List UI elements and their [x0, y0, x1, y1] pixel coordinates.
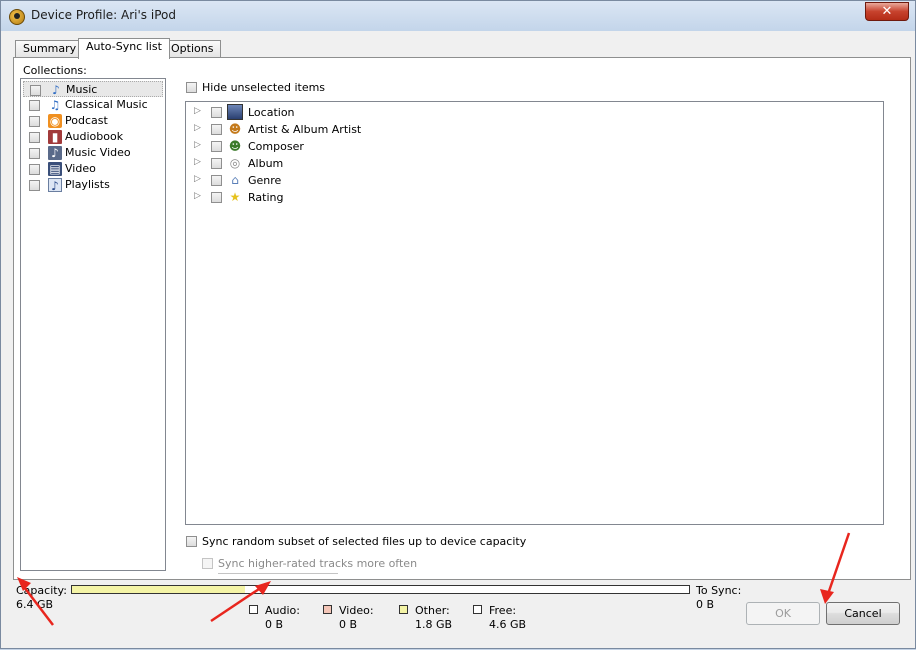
tree-item-location[interactable]: ▷ Location [186, 104, 486, 121]
sync-random-label: Sync random subset of selected files up … [202, 535, 527, 548]
collection-item-video[interactable]: ▤ Video [23, 161, 163, 177]
tab-summary[interactable]: Summary [15, 40, 85, 58]
collection-label: Audiobook [65, 130, 124, 143]
expand-arrow-icon[interactable]: ▷ [194, 174, 201, 184]
to-sync-value: 0 B [696, 598, 715, 611]
sync-higher-rated-label: Sync higher-rated tracks more often [218, 557, 418, 570]
checkbox[interactable] [211, 175, 222, 186]
audiobook-icon: ▮ [48, 130, 62, 144]
genre-icon: ⌂ [231, 173, 239, 187]
hide-unselected-label: Hide unselected items [202, 81, 326, 94]
tree-item-label: Rating [248, 191, 284, 204]
checkbox[interactable] [29, 116, 40, 127]
podcast-icon: ◉ [48, 114, 62, 128]
checkbox[interactable] [29, 180, 40, 191]
music-note-icon: ♪ [52, 83, 60, 97]
checkbox[interactable] [29, 132, 40, 143]
legend-value: 0 B [339, 618, 358, 631]
close-button[interactable]: ✕ [865, 2, 909, 21]
tree-item-composer[interactable]: ▷ ☻ Composer [186, 138, 486, 155]
tree-item-album[interactable]: ▷ ◎ Album [186, 155, 486, 172]
legend-value: 4.6 GB [489, 618, 527, 631]
title-bar[interactable]: Device Profile: Ari's iPod ✕ [1, 1, 915, 31]
tab-auto-sync-list[interactable]: Auto-Sync list [78, 38, 170, 59]
tree-item-artist[interactable]: ▷ ☻ Artist & Album Artist [186, 121, 486, 138]
location-icon [227, 104, 243, 120]
checkbox[interactable] [30, 85, 41, 96]
auto-sync-panel: Collections: ♪ Music ♫ Classical Music ◉… [13, 57, 911, 580]
legend-swatch [473, 605, 482, 614]
legend-value: 1.8 GB [415, 618, 453, 631]
collection-label: Playlists [65, 178, 110, 191]
checkbox[interactable] [29, 148, 40, 159]
checkbox[interactable] [211, 107, 222, 118]
checkbox[interactable] [29, 100, 40, 111]
filter-tree[interactable]: ▷ Location ▷ ☻ Artist & Album Artist ▷ ☻… [185, 101, 884, 525]
collection-item-classical-music[interactable]: ♫ Classical Music [23, 97, 163, 113]
legend-name: Other: [415, 604, 450, 617]
window-title: Device Profile: Ari's iPod [31, 8, 176, 22]
tree-item-rating[interactable]: ▷ ★ Rating [186, 189, 486, 206]
expand-arrow-icon[interactable]: ▷ [194, 191, 201, 201]
capacity-bar-other-fill [72, 586, 245, 593]
expand-arrow-icon[interactable]: ▷ [194, 123, 201, 133]
music-notes-icon: ♫ [49, 98, 61, 112]
divider [218, 573, 338, 574]
legend-value: 0 B [265, 618, 284, 631]
legend-swatch [323, 605, 332, 614]
tree-item-label: Location [248, 106, 295, 119]
checkbox[interactable] [211, 124, 222, 135]
sync-higher-rated-checkbox[interactable] [202, 558, 213, 569]
to-sync-label: To Sync: [696, 584, 742, 597]
tree-item-label: Genre [248, 174, 282, 187]
collection-label: Music Video [65, 146, 131, 159]
hide-unselected-checkbox[interactable] [186, 82, 197, 93]
playlist-icon: ♪ [48, 178, 62, 193]
capacity-value: 6.4 GB [16, 598, 54, 611]
album-icon: ◎ [229, 156, 241, 170]
tab-options[interactable]: Options [163, 40, 222, 58]
collection-label: Podcast [65, 114, 108, 127]
expand-arrow-icon[interactable]: ▷ [194, 106, 201, 116]
sync-random-checkbox[interactable] [186, 536, 197, 547]
expand-arrow-icon[interactable]: ▷ [194, 157, 201, 167]
collection-item-podcast[interactable]: ◉ Podcast [23, 113, 163, 129]
checkbox[interactable] [29, 164, 40, 175]
app-icon [9, 9, 25, 25]
capacity-label: Capacity: [16, 584, 67, 597]
tree-item-label: Album [248, 157, 284, 170]
collection-label: Video [65, 162, 96, 175]
tree-item-label: Artist & Album Artist [248, 123, 362, 136]
legend-name: Audio: [265, 604, 300, 617]
ok-button[interactable]: OK [746, 602, 820, 625]
device-profile-dialog: Device Profile: Ari's iPod ✕ Summary Aut… [0, 0, 916, 649]
collection-item-music-video[interactable]: ♪ Music Video [23, 145, 163, 161]
legend-swatch [249, 605, 258, 614]
tree-item-genre[interactable]: ▷ ⌂ Genre [186, 172, 486, 189]
expand-arrow-icon[interactable]: ▷ [194, 140, 201, 150]
collection-item-audiobook[interactable]: ▮ Audiobook [23, 129, 163, 145]
collection-label: Music [66, 83, 98, 96]
composer-icon: ☻ [228, 139, 242, 153]
collection-item-playlists[interactable]: ♪ Playlists [23, 177, 163, 193]
video-icon: ▤ [48, 162, 62, 176]
legend-swatch [399, 605, 408, 614]
legend-name: Video: [339, 604, 374, 617]
collection-item-music[interactable]: ♪ Music [23, 81, 163, 97]
cancel-button[interactable]: Cancel [826, 602, 900, 625]
star-icon: ★ [229, 190, 241, 204]
people-icon: ☻ [228, 122, 242, 136]
checkbox[interactable] [211, 158, 222, 169]
capacity-bar [71, 585, 690, 594]
checkbox[interactable] [211, 192, 222, 203]
music-video-icon: ♪ [48, 146, 62, 160]
checkbox[interactable] [211, 141, 222, 152]
collection-label: Classical Music [65, 98, 148, 111]
legend-name: Free: [489, 604, 517, 617]
tree-item-label: Composer [248, 140, 304, 153]
collections-list[interactable]: ♪ Music ♫ Classical Music ◉ Podcast ▮ Au… [20, 78, 166, 571]
collections-label: Collections: [23, 64, 87, 77]
